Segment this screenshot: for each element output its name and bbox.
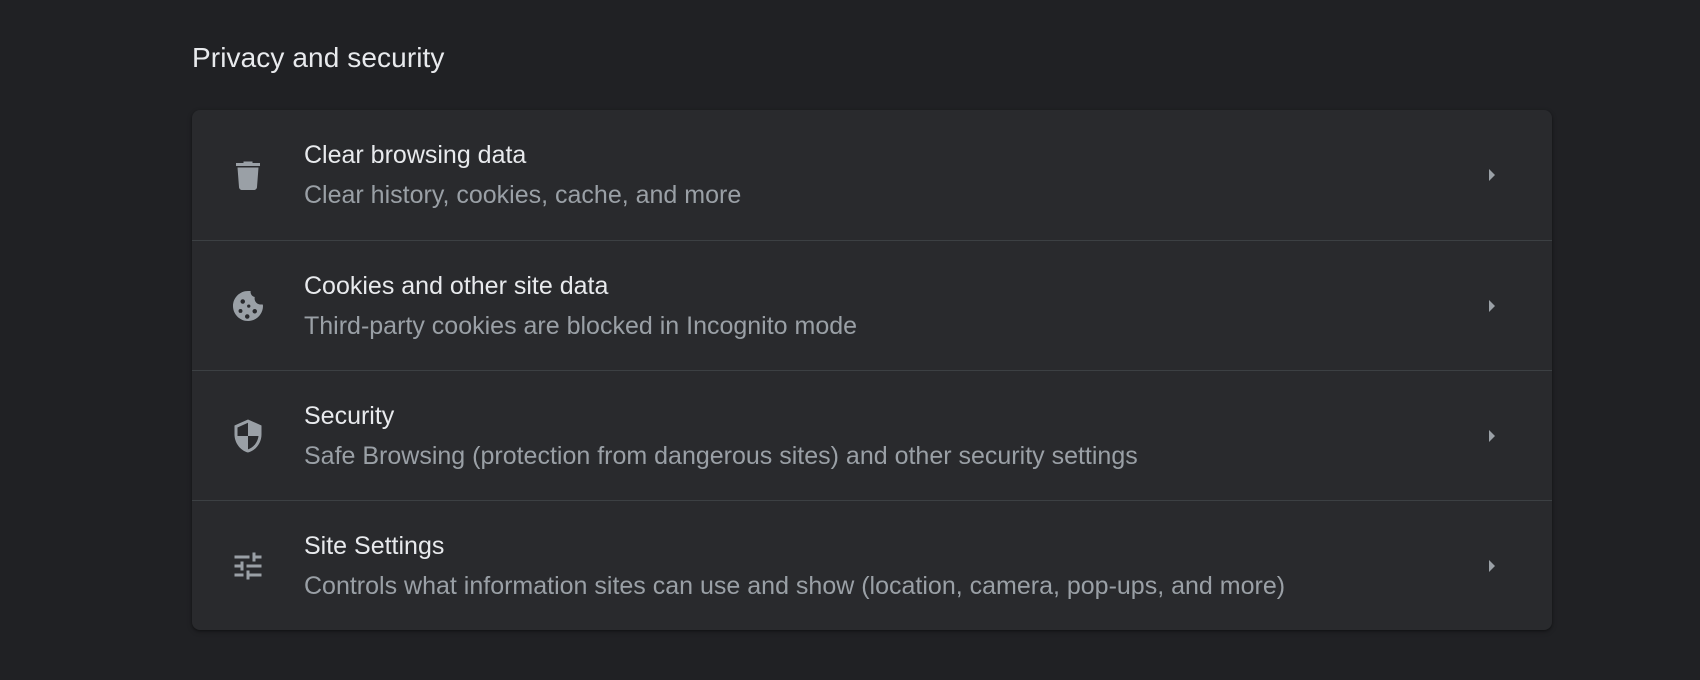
row-title: Site Settings bbox=[304, 531, 445, 560]
shield-icon bbox=[230, 418, 266, 454]
row-title: Cookies and other site data bbox=[304, 271, 609, 300]
row-subtitle: Controls what information sites can use … bbox=[304, 571, 1286, 600]
tune-icon bbox=[230, 548, 266, 584]
trash-icon bbox=[230, 157, 266, 193]
row-text: Clear browsing data Clear history, cooki… bbox=[304, 139, 741, 211]
settings-page: Privacy and security Clear browsing data… bbox=[0, 0, 1700, 680]
row-subtitle: Safe Browsing (protection from dangerous… bbox=[304, 441, 1138, 470]
arrow-right-icon[interactable] bbox=[1480, 163, 1504, 187]
row-text: Site Settings Controls what information … bbox=[304, 530, 1285, 602]
row-title: Clear browsing data bbox=[304, 141, 527, 169]
arrow-right-icon[interactable] bbox=[1480, 294, 1504, 318]
cookie-icon bbox=[230, 288, 266, 324]
row-title: Security bbox=[304, 401, 395, 430]
arrow-right-icon[interactable] bbox=[1480, 554, 1504, 578]
arrow-right-icon[interactable] bbox=[1480, 424, 1504, 448]
security-row[interactable]: Security Safe Browsing (protection from … bbox=[192, 370, 1552, 500]
row-subtitle: Third-party cookies are blocked in Incog… bbox=[304, 311, 858, 340]
privacy-security-card: Clear browsing data Clear history, cooki… bbox=[192, 110, 1552, 630]
site-settings-row[interactable]: Site Settings Controls what information … bbox=[192, 500, 1552, 630]
cookies-site-data-row[interactable]: Cookies and other site data Third-party … bbox=[192, 240, 1552, 370]
section-title: Privacy and security bbox=[192, 42, 445, 73]
row-subtitle: Clear history, cookies, cache, and more bbox=[304, 181, 742, 209]
row-text: Cookies and other site data Third-party … bbox=[304, 270, 857, 342]
row-text: Security Safe Browsing (protection from … bbox=[304, 400, 1138, 472]
clear-browsing-data-row[interactable]: Clear browsing data Clear history, cooki… bbox=[192, 110, 1552, 240]
